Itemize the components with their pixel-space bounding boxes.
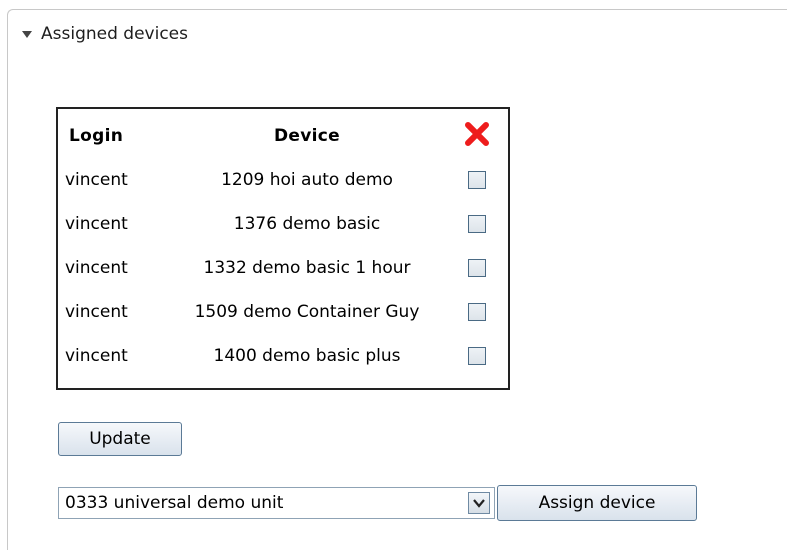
table-row: vincent 1509 demo Container Guy — [65, 290, 497, 334]
row-delete-checkbox[interactable] — [468, 303, 486, 321]
row-delete-checkbox[interactable] — [468, 215, 486, 233]
row-device: 1509 demo Container Guy — [194, 302, 420, 322]
assigned-devices-table: Login Device vincent 1209 hoi auto demo — [65, 114, 497, 378]
device-select[interactable]: 0333 universal demo unit — [58, 487, 495, 519]
row-login: vincent — [65, 258, 128, 278]
assigned-devices-table-box: Login Device vincent 1209 hoi auto demo — [56, 107, 510, 390]
device-select-value: 0333 universal demo unit — [65, 493, 284, 513]
update-button[interactable]: Update — [58, 422, 182, 456]
row-login: vincent — [65, 214, 128, 234]
device-column-header: Device — [274, 126, 340, 146]
row-device: 1376 demo basic — [233, 214, 381, 234]
section-title: Assigned devices — [41, 24, 188, 44]
table-row: vincent 1209 hoi auto demo — [65, 158, 497, 202]
row-login: vincent — [65, 170, 128, 190]
row-delete-checkbox[interactable] — [468, 259, 486, 277]
triangle-down-icon — [22, 30, 32, 38]
table-row: vincent 1332 demo basic 1 hour — [65, 246, 497, 290]
chevron-down-icon[interactable] — [468, 492, 490, 514]
table-header-row: Login Device — [65, 114, 497, 158]
row-login: vincent — [65, 302, 128, 322]
section-toggle[interactable]: Assigned devices — [22, 24, 188, 44]
row-login: vincent — [65, 346, 128, 366]
table-row: vincent 1376 demo basic — [65, 202, 497, 246]
row-delete-checkbox[interactable] — [468, 171, 486, 189]
row-device: 1209 hoi auto demo — [221, 170, 393, 190]
login-column-header: Login — [69, 126, 124, 146]
row-delete-checkbox[interactable] — [468, 347, 486, 365]
delete-x-icon — [464, 121, 490, 152]
row-device: 1332 demo basic 1 hour — [203, 258, 411, 278]
assign-device-button[interactable]: Assign device — [497, 485, 697, 521]
table-row: vincent 1400 demo basic plus — [65, 334, 497, 378]
row-device: 1400 demo basic plus — [213, 346, 401, 366]
